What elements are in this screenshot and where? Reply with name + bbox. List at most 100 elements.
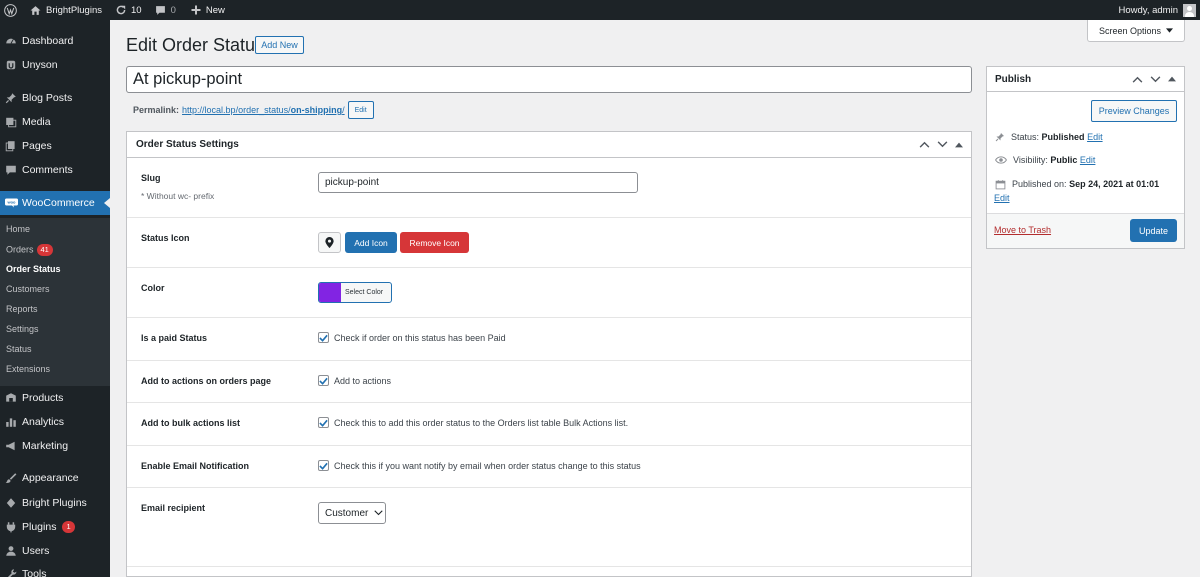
submenu-item-order-status[interactable]: Order Status bbox=[6, 264, 61, 274]
actions-row: Add to actions on orders page Add to act… bbox=[127, 361, 971, 403]
sidebar-item-products[interactable]: Products bbox=[0, 386, 110, 410]
email-notification-text: Check this if you want notify by email w… bbox=[334, 460, 641, 471]
comments-link[interactable]: 0 bbox=[147, 0, 181, 20]
woo-icon: woo bbox=[0, 198, 22, 208]
screen-options-button[interactable]: Screen Options bbox=[1087, 20, 1185, 42]
edit-slug-button[interactable]: Edit bbox=[347, 101, 374, 119]
comments-count: 0 bbox=[170, 4, 176, 16]
bright-plugins-icon bbox=[0, 497, 22, 509]
published-on-row: Published on: Sep 24, 2021 at 01:01 bbox=[995, 179, 1159, 190]
tools-icon bbox=[0, 568, 22, 577]
edit-date-link[interactable]: Edit bbox=[994, 193, 1010, 203]
settings-box-title: Order Status Settings bbox=[136, 139, 239, 150]
updates-link[interactable]: 10 bbox=[107, 0, 147, 20]
dropdown-arrow-icon bbox=[1166, 28, 1174, 33]
submenu-item-home[interactable]: Home bbox=[6, 224, 30, 234]
sidebar-item-analytics[interactable]: Analytics bbox=[0, 410, 110, 434]
sidebar-item-unyson[interactable]: Unyson bbox=[0, 53, 110, 77]
submenu-item-customers[interactable]: Customers bbox=[6, 284, 50, 294]
new-label: New bbox=[205, 4, 225, 16]
sidebar-item-comments[interactable]: Comments bbox=[0, 158, 110, 182]
email-recipient-select[interactable]: Customer bbox=[318, 502, 386, 524]
pin-icon bbox=[0, 92, 22, 104]
toggle-panel-icon[interactable] bbox=[955, 142, 963, 148]
pin-icon bbox=[995, 133, 1004, 142]
submenu-item-settings[interactable]: Settings bbox=[6, 324, 39, 334]
actions-label: Add to actions on orders page bbox=[141, 376, 272, 386]
post-title-input[interactable]: At pickup-point bbox=[126, 66, 972, 93]
admin-sidebar: Dashboard Unyson Blog Posts Media Pages … bbox=[0, 20, 110, 577]
submenu-item-status[interactable]: Status bbox=[6, 344, 32, 354]
edit-visibility-link[interactable]: Edit bbox=[1080, 155, 1096, 165]
post-status-row: Status: Published Edit bbox=[995, 131, 1103, 143]
permalink-link[interactable]: http://local.bp/order_status/on-shipping… bbox=[182, 105, 345, 115]
visibility-row: Visibility: Public Edit bbox=[995, 155, 1095, 165]
order-status-settings-box: Order Status Settings Slug * Without wc-… bbox=[126, 131, 972, 577]
comments-icon bbox=[0, 164, 22, 176]
map-pin-icon bbox=[325, 237, 334, 248]
sidebar-item-users[interactable]: Users bbox=[0, 539, 110, 563]
publish-box-header: Publish bbox=[987, 67, 1184, 92]
my-account[interactable]: Howdy, admin bbox=[1118, 3, 1200, 17]
sidebar-item-plugins[interactable]: Plugins 1 bbox=[0, 515, 110, 539]
media-icon bbox=[0, 116, 22, 128]
publish-actions: Move to Trash Update bbox=[987, 213, 1184, 248]
site-name-link[interactable]: BrightPlugins bbox=[22, 0, 107, 20]
sidebar-item-appearance[interactable]: Appearance bbox=[0, 466, 110, 490]
actions-text: Add to actions bbox=[334, 375, 392, 386]
update-button[interactable]: Update bbox=[1130, 219, 1177, 242]
sidebar-item-woocommerce[interactable]: woo WooCommerce bbox=[0, 191, 110, 215]
icon-preview-button[interactable] bbox=[318, 232, 341, 253]
toggle-panel-icon[interactable] bbox=[1168, 76, 1176, 82]
sidebar-item-tools[interactable]: Tools bbox=[0, 562, 110, 577]
color-picker-button[interactable]: Select Color bbox=[318, 282, 392, 303]
preview-changes-button[interactable]: Preview Changes bbox=[1091, 100, 1177, 122]
email-recipient-row: Email recipient Customer bbox=[127, 488, 971, 567]
howdy-text: Howdy, admin bbox=[1118, 4, 1179, 16]
paid-status-text: Check if order on this status has been P… bbox=[334, 332, 506, 343]
permalink-label: Permalink: bbox=[133, 105, 180, 115]
publish-box-title: Publish bbox=[995, 73, 1032, 85]
paid-status-label: Is a paid Status bbox=[141, 333, 208, 343]
move-up-icon[interactable] bbox=[1132, 76, 1143, 83]
email-notification-checkbox[interactable] bbox=[318, 460, 329, 471]
sidebar-item-pages[interactable]: Pages bbox=[0, 134, 110, 158]
plus-icon bbox=[191, 5, 201, 15]
move-down-icon[interactable] bbox=[937, 141, 948, 148]
new-content-link[interactable]: New bbox=[181, 0, 230, 20]
permalink-row: Permalink: http://local.bp/order_status/… bbox=[133, 101, 374, 119]
slug-input[interactable]: pickup-point bbox=[318, 172, 638, 193]
bulk-actions-checkbox[interactable] bbox=[318, 417, 329, 428]
email-notification-row: Enable Email Notification Check this if … bbox=[127, 446, 971, 488]
color-swatch bbox=[319, 283, 341, 302]
wordpress-logo-icon[interactable] bbox=[0, 0, 22, 20]
sidebar-item-bright-plugins[interactable]: Bright Plugins bbox=[0, 491, 110, 515]
move-to-trash-link[interactable]: Move to Trash bbox=[994, 225, 1051, 235]
remove-icon-button[interactable]: Remove Icon bbox=[400, 232, 469, 253]
submenu-item-orders[interactable]: Orders 41 bbox=[6, 244, 53, 256]
checkmark-icon bbox=[319, 462, 328, 470]
brush-icon bbox=[0, 472, 22, 484]
updates-icon bbox=[116, 5, 126, 15]
add-icon-button[interactable]: Add Icon bbox=[345, 232, 397, 253]
edit-status-link[interactable]: Edit bbox=[1087, 132, 1103, 142]
actions-checkbox[interactable] bbox=[318, 375, 329, 386]
status-icon-label: Status Icon bbox=[141, 233, 190, 243]
submenu-item-extensions[interactable]: Extensions bbox=[6, 364, 50, 374]
submenu-item-reports[interactable]: Reports bbox=[6, 304, 38, 314]
sidebar-item-blog-posts[interactable]: Blog Posts bbox=[0, 86, 110, 110]
page-title: Edit Order Status bbox=[126, 35, 265, 55]
add-new-button[interactable]: Add New bbox=[255, 36, 304, 54]
paid-status-row: Is a paid Status Check if order on this … bbox=[127, 318, 971, 361]
admin-bar: BrightPlugins 10 0 New Howdy, admin bbox=[0, 0, 1200, 20]
sidebar-item-marketing[interactable]: Marketing bbox=[0, 434, 110, 458]
site-name: BrightPlugins bbox=[46, 4, 102, 16]
move-up-icon[interactable] bbox=[919, 141, 930, 148]
sidebar-item-media[interactable]: Media bbox=[0, 110, 110, 134]
move-down-icon[interactable] bbox=[1150, 75, 1161, 83]
checkmark-icon bbox=[319, 377, 328, 385]
paid-status-checkbox[interactable] bbox=[318, 332, 329, 343]
color-row: Color Select Color bbox=[127, 268, 971, 318]
sidebar-item-dashboard[interactable]: Dashboard bbox=[0, 29, 110, 53]
email-recipient-label: Email recipient bbox=[141, 503, 206, 513]
